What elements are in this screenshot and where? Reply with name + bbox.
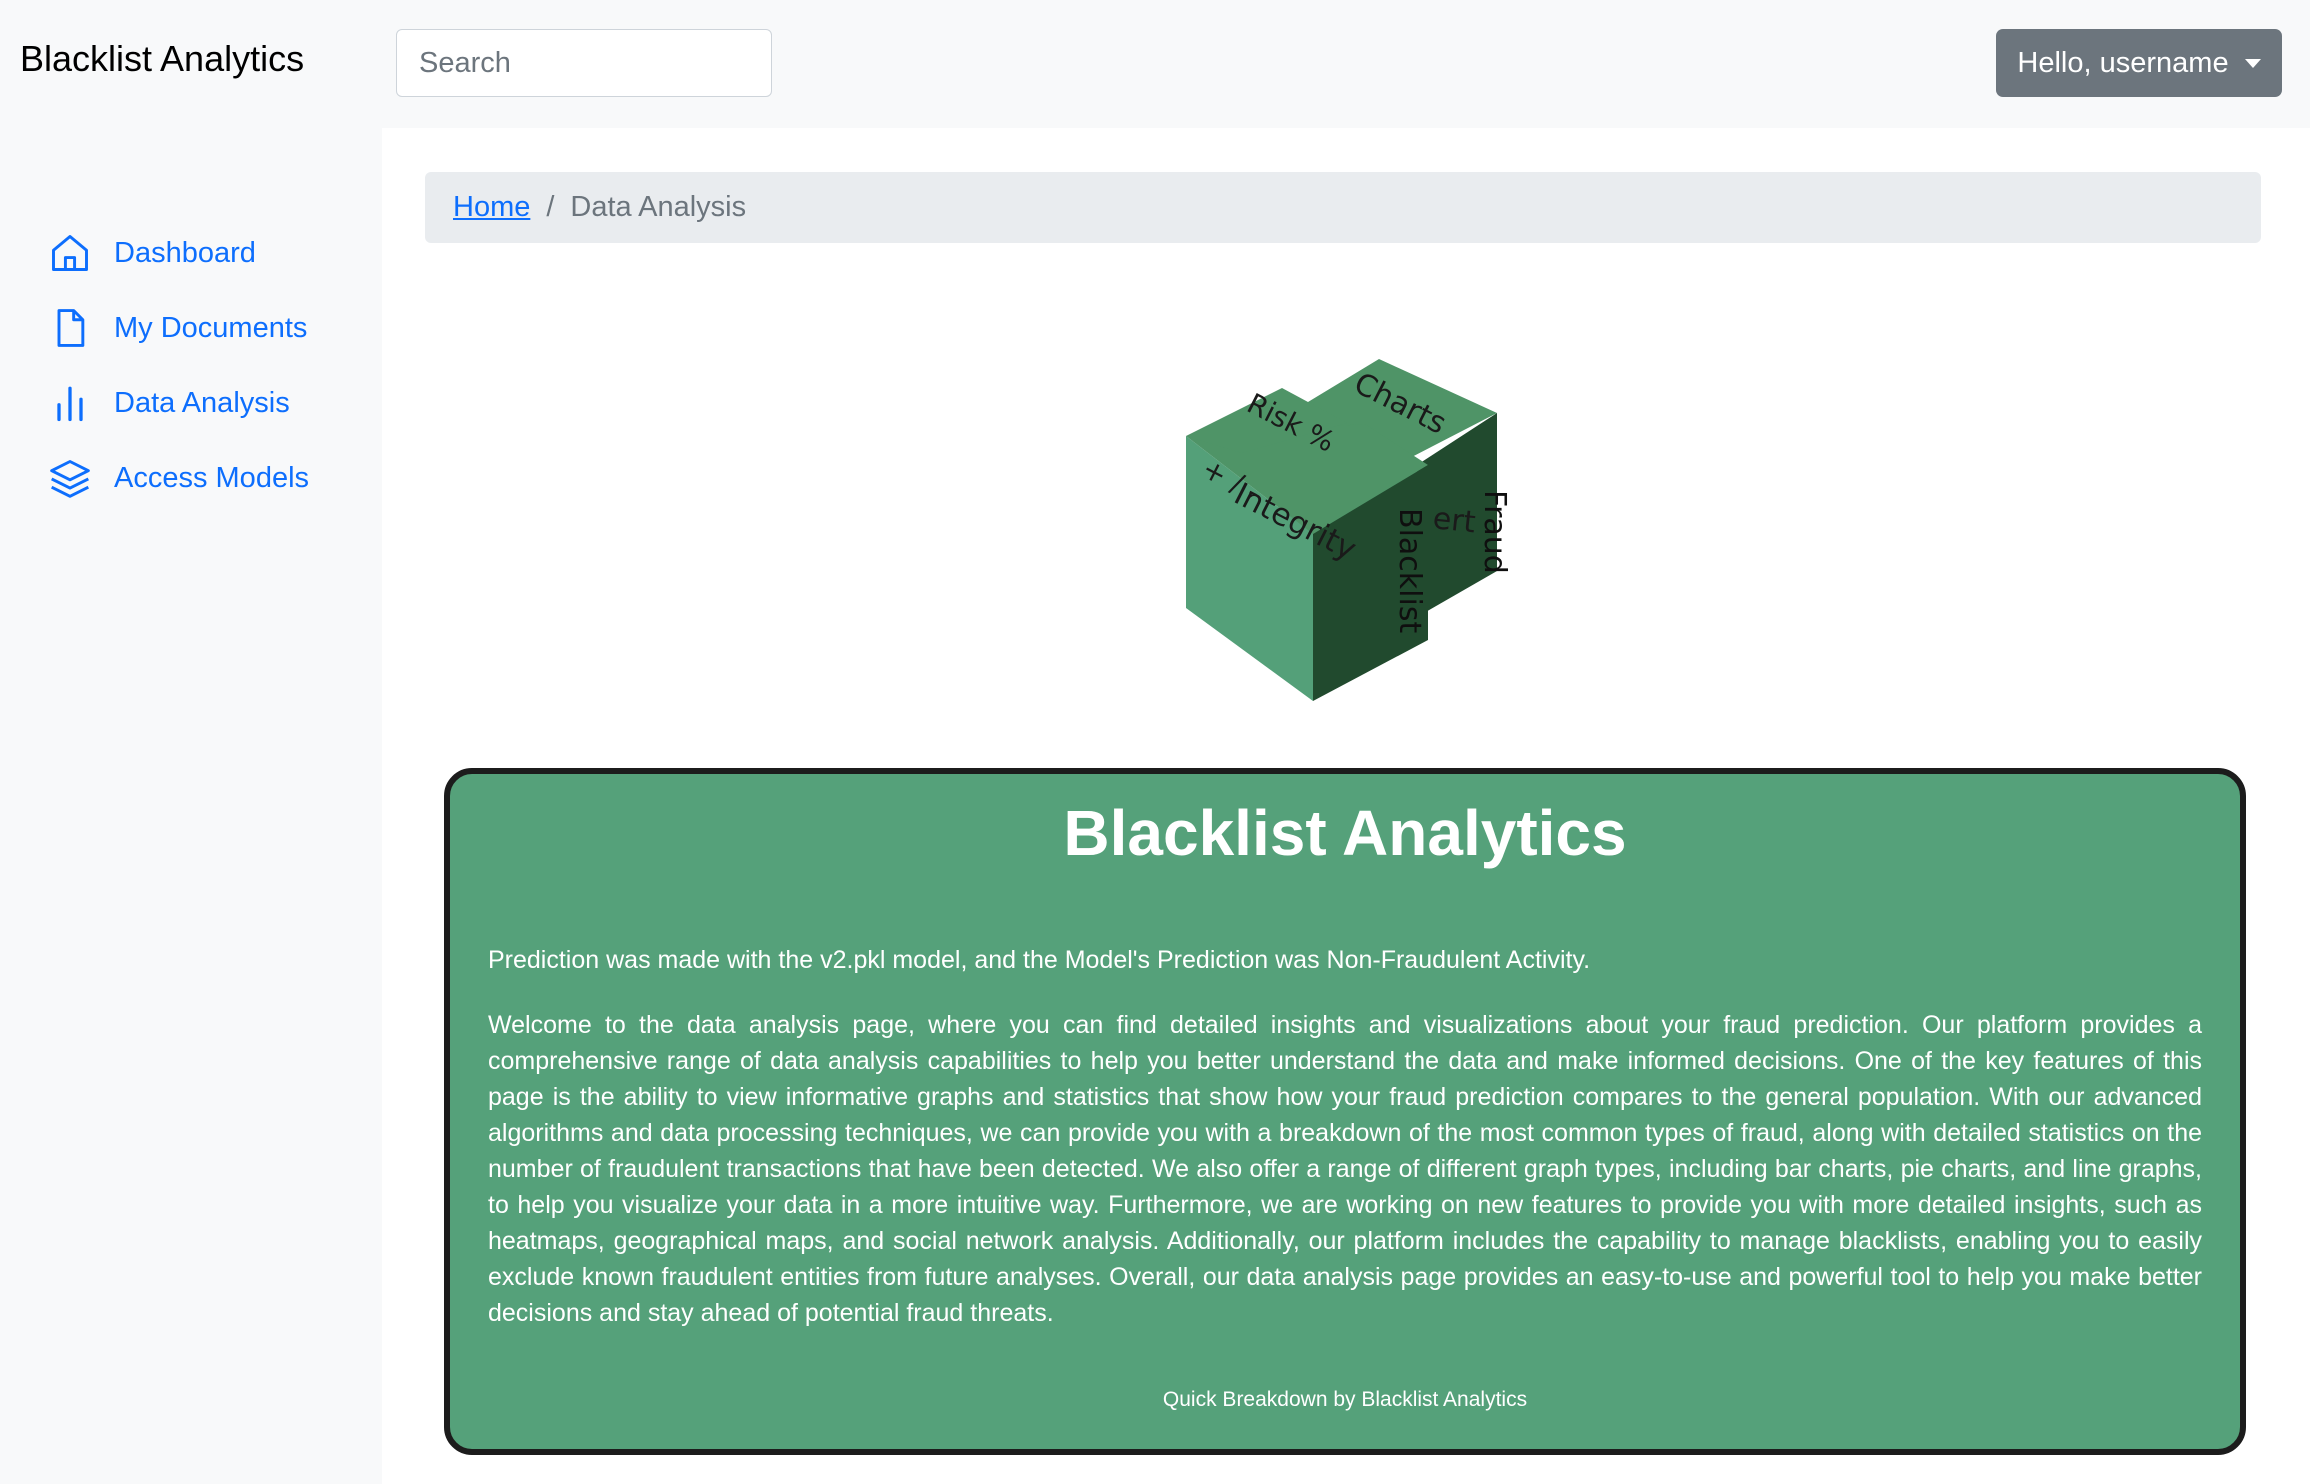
label-alert: ert xyxy=(1431,501,1477,540)
sidebar-item-my-documents[interactable]: My Documents xyxy=(48,303,307,353)
user-menu-label: Hello, username xyxy=(2017,46,2229,79)
sidebar-item-dashboard[interactable]: Dashboard xyxy=(48,228,256,278)
sidebar-item-access-models[interactable]: Access Models xyxy=(48,453,309,503)
breadcrumb-home-link[interactable]: Home xyxy=(453,191,530,224)
card-title: Blacklist Analytics xyxy=(1063,797,1627,869)
sidebar: Dashboard My Documents Data Analysis Acc… xyxy=(0,128,382,1484)
description-text: Welcome to the data analysis page, where… xyxy=(488,1011,2202,1327)
analytics-card: Blacklist Analytics Prediction was made … xyxy=(444,768,2246,1455)
caret-down-icon xyxy=(2244,58,2261,68)
label-fraud: Fraud xyxy=(1477,490,1512,574)
breadcrumb-current: Data Analysis xyxy=(570,191,747,223)
prediction-text: Prediction was made with the v2.pkl mode… xyxy=(488,946,1591,974)
brand-title[interactable]: Blacklist Analytics xyxy=(20,38,304,80)
sidebar-item-label: My Documents xyxy=(114,311,308,344)
layers-icon xyxy=(50,460,90,498)
main-content: Home / Data Analysis Charts Risk % + / -… xyxy=(382,128,2310,1484)
sidebar-item-label: Access Models xyxy=(114,461,310,494)
top-navbar: Blacklist Analytics Hello, username xyxy=(0,0,2310,128)
file-icon xyxy=(57,309,85,347)
breadcrumb: Home / Data Analysis xyxy=(425,172,2261,243)
bar-chart-icon xyxy=(57,386,83,422)
sidebar-item-label: Dashboard xyxy=(114,236,256,269)
home-icon xyxy=(52,235,88,271)
user-menu-button[interactable]: Hello, username xyxy=(1996,29,2282,97)
breadcrumb-separator: / xyxy=(546,191,555,223)
search-input[interactable] xyxy=(396,29,772,97)
sidebar-item-label: Data Analysis xyxy=(114,386,290,419)
label-blacklist: Blacklist xyxy=(1392,508,1427,633)
sidebar-item-data-analysis[interactable]: Data Analysis xyxy=(48,378,290,428)
card-footer: Quick Breakdown by Blacklist Analytics xyxy=(1162,1388,1528,1411)
